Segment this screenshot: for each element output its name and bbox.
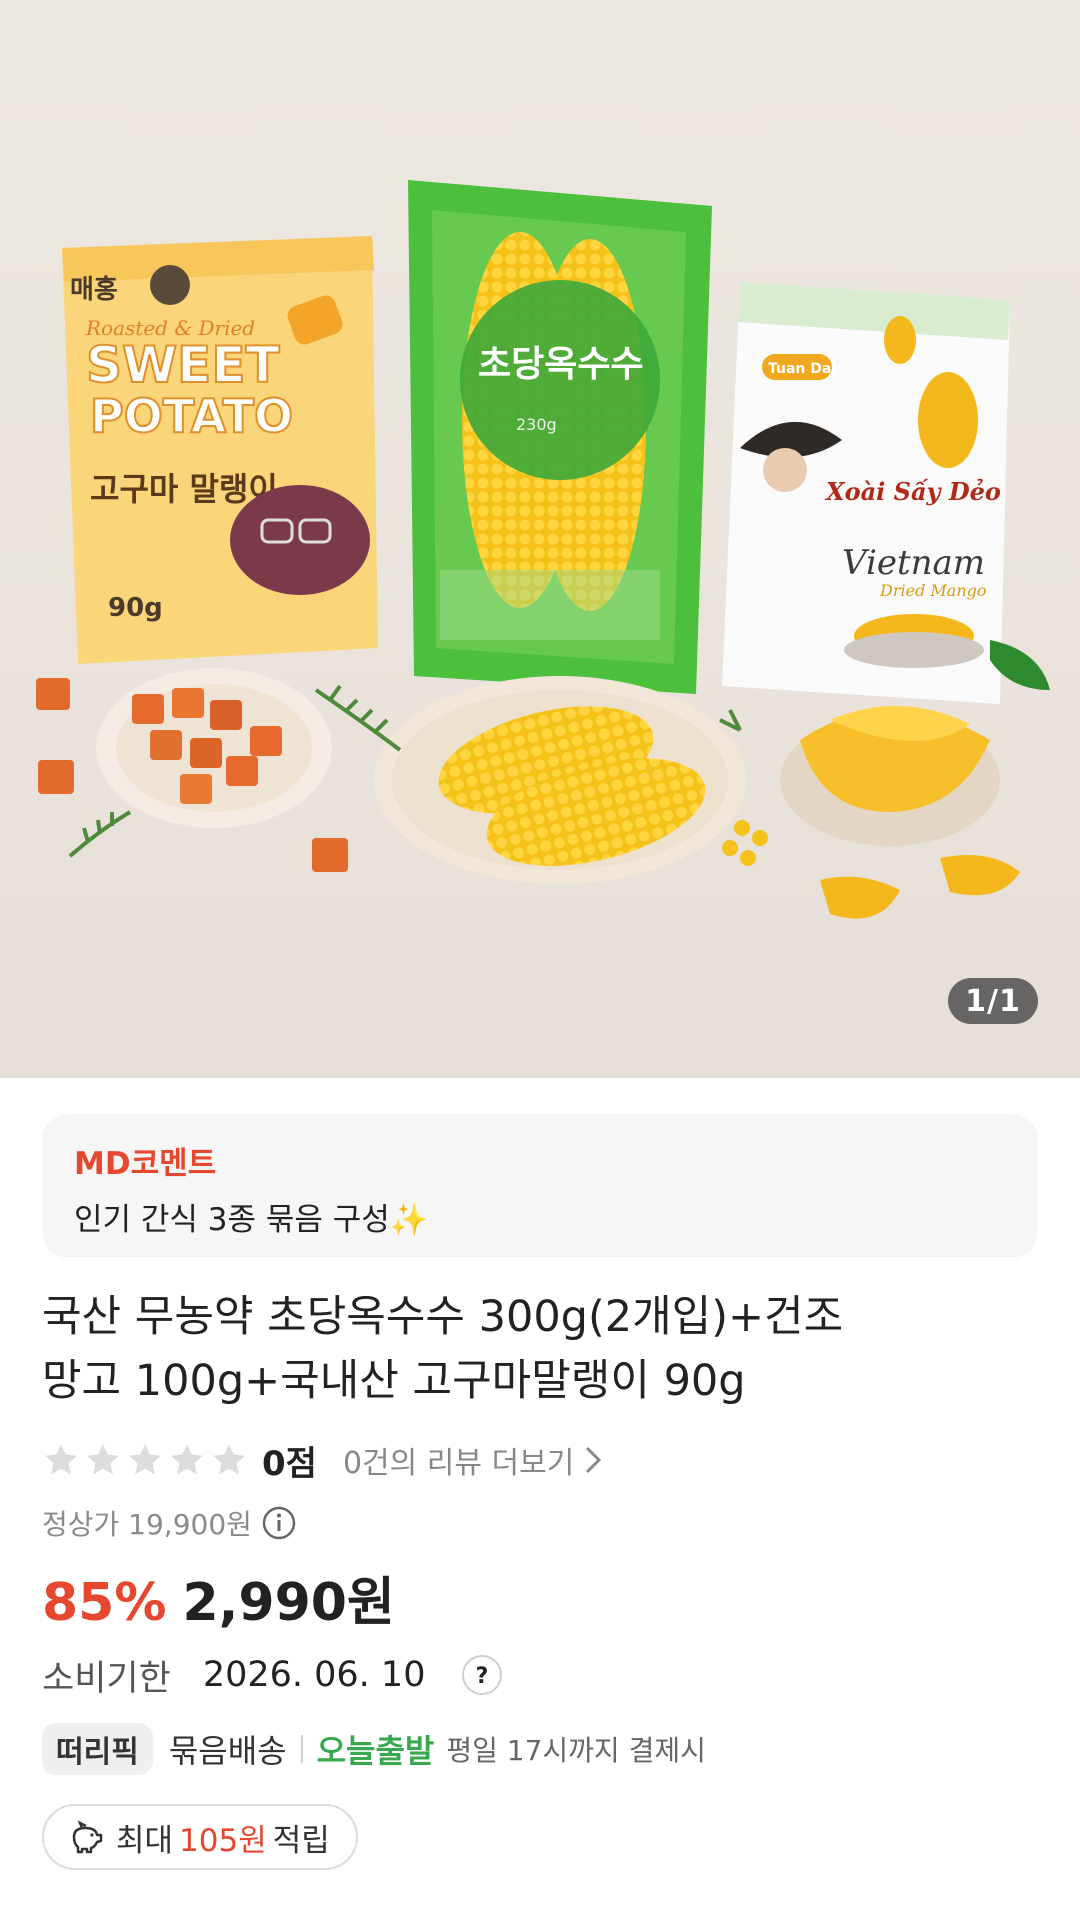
points-amount: 105원 [179, 1822, 267, 1859]
points-suffix: 적립 [272, 1822, 330, 1859]
product-image[interactable]: 매홍 Roasted & Dried SWEET POTATO 고구마 말랭이 … [0, 0, 1080, 1078]
discount-rate: 85% [42, 1573, 167, 1633]
expiry-date: 2026. 06. 10 [202, 1655, 426, 1695]
product-title-line-1: 국산 무농약 초당옥수수 300g(2개입)+건조 [42, 1292, 844, 1342]
sale-price: 2,990원 [182, 1573, 395, 1633]
same-day-dispatch-label: 오늘출발 [316, 1732, 435, 1770]
star-icon [213, 1444, 245, 1475]
rating-row: 0점 0건의 리뷰 더보기 [42, 1434, 602, 1486]
expiry-row: 소비기한 2026. 06. 10 ? [42, 1650, 503, 1700]
divider [300, 1735, 303, 1763]
svg-text:매홍: 매홍 [70, 275, 118, 305]
chevron-right-icon [586, 1446, 602, 1474]
product-photo: 매홍 Roasted & Dried SWEET POTATO 고구마 말랭이 … [36, 180, 1050, 919]
delivery-row: 떠리픽 묶음배송 오늘출발 평일 17시까지 결제시 [42, 1723, 706, 1775]
svg-text:230g: 230g [516, 415, 557, 434]
sweet-potato-package: 매홍 Roasted & Dried SWEET POTATO 고구마 말랭이 … [62, 236, 378, 664]
star-rating [42, 1441, 248, 1479]
star-icon [171, 1444, 203, 1475]
svg-text:POTATO: POTATO [90, 389, 293, 443]
md-comment-box: MD코멘트 인기 간식 3종 묶음 구성✨ [42, 1114, 1038, 1258]
corn-package: 초당옥수수 230g [408, 180, 712, 694]
mango-bowl [780, 705, 1020, 919]
price-row: 85% 2,990원 [42, 1560, 395, 1635]
review-link[interactable]: 0건의 리뷰 더보기 [343, 1438, 602, 1482]
image-counter: 1/1 [948, 978, 1038, 1024]
mango-package: Tuan Dat Xoài Sấy Dẻo Vietnam Dried Mang… [722, 282, 1050, 704]
review-link-label: 0건의 리뷰 더보기 [342, 1446, 575, 1481]
bundle-shipping-label: 묶음배송 [168, 1732, 287, 1770]
points-chip[interactable]: 최대 105원 적립 [42, 1804, 358, 1870]
svg-text:초당옥수수: 초당옥수수 [478, 344, 644, 385]
svg-text:Vietnam: Vietnam [842, 543, 985, 583]
star-icon [87, 1444, 119, 1475]
help-icon[interactable]: ? [461, 1654, 503, 1696]
regular-price-label: 정상가 19,900원 [42, 1508, 252, 1541]
points-prefix: 최대 [116, 1822, 174, 1859]
svg-text:SWEET: SWEET [86, 336, 280, 394]
piggy-bank-icon [72, 1820, 103, 1854]
ddeoripick-badge: 떠리픽 [42, 1723, 153, 1775]
star-icon [45, 1444, 77, 1475]
md-comment-title: MD코멘트 [74, 1146, 217, 1182]
md-comment-text: 인기 간식 3종 묶음 구성✨ [74, 1202, 429, 1238]
star-icon [129, 1444, 161, 1475]
dispatch-condition: 평일 17시까지 결제시 [446, 1734, 706, 1767]
corn-plate [374, 676, 768, 884]
svg-text:Tuan Dat: Tuan Dat [768, 361, 838, 377]
info-icon[interactable] [262, 1506, 296, 1540]
svg-text:Dried Mango: Dried Mango [879, 581, 987, 600]
expiry-label: 소비기한 [42, 1658, 171, 1699]
svg-text:Xoài Sấy Dẻo: Xoài Sấy Dẻo [824, 477, 1001, 506]
regular-price: 정상가 19,900원 [42, 1503, 296, 1543]
sweet-potato-plate [36, 668, 348, 872]
svg-text:?: ? [476, 1664, 489, 1689]
svg-text:90g: 90g [108, 593, 163, 623]
rating-score: 0점 [262, 1443, 317, 1484]
product-title-line-2: 망고 100g+국내산 고구마말랭이 90g [42, 1356, 746, 1406]
product-title: 국산 무농약 초당옥수수 300g(2개입)+건조 망고 100g+국내산 고구… [42, 1285, 1042, 1413]
